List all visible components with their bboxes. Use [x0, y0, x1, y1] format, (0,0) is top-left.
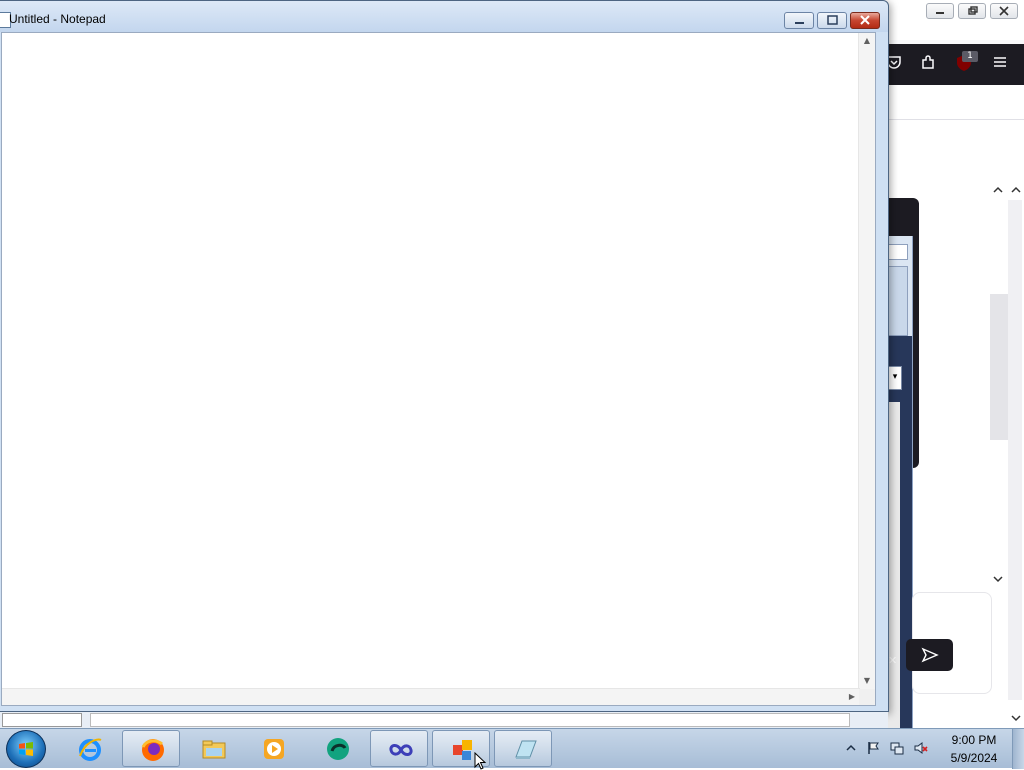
- maximize-button[interactable]: [817, 12, 847, 29]
- action-center-flag-icon[interactable]: [866, 741, 880, 755]
- restore-icon: [968, 6, 978, 15]
- taskbar-app-infinity[interactable]: [370, 730, 428, 767]
- send-icon: [921, 647, 939, 663]
- background-window-strip: [0, 712, 888, 728]
- extensions-icon[interactable]: [918, 54, 938, 74]
- maximize-icon: [827, 15, 838, 25]
- vertical-scrollbar[interactable]: ▲ ▼: [858, 33, 875, 689]
- scroll-up-arrow-icon[interactable]: [990, 184, 1006, 200]
- volume-muted-icon[interactable]: [914, 741, 928, 755]
- infinity-icon: [389, 744, 413, 756]
- taskbar: 9:00 PM 5/9/2024: [0, 728, 1024, 769]
- close-icon[interactable]: ✕: [888, 654, 900, 668]
- taskbar-app-green[interactable]: [308, 730, 366, 767]
- firefox-minimize-button[interactable]: [926, 3, 954, 19]
- taskbar-media-player[interactable]: [244, 730, 302, 767]
- scroll-down-arrow-icon[interactable]: ▼: [859, 673, 875, 689]
- firefox-close-button[interactable]: [990, 3, 1018, 19]
- background-field: [2, 713, 82, 727]
- colored-squares-icon: [453, 740, 472, 760]
- text-area[interactable]: [2, 33, 860, 689]
- close-icon: [999, 6, 1009, 16]
- show-hidden-icons-icon[interactable]: [844, 741, 858, 755]
- window-title: Untitled - Notepad: [9, 12, 106, 26]
- horizontal-scrollbar[interactable]: ▶: [2, 688, 860, 705]
- notepad-icon: [515, 740, 537, 759]
- dialog-close-box[interactable]: [888, 244, 908, 260]
- side-scrollbar-track[interactable]: [1008, 200, 1022, 700]
- close-button[interactable]: [850, 12, 880, 29]
- menu-icon[interactable]: [990, 54, 1010, 74]
- taskbar-notepad[interactable]: [494, 730, 552, 767]
- taskbar-windows-explorer[interactable]: [184, 730, 242, 767]
- divider: [888, 119, 1024, 120]
- taskbar-firefox[interactable]: [122, 730, 180, 767]
- dialog-scrollbar[interactable]: [888, 402, 900, 730]
- clock-date[interactable]: 5/9/2024: [944, 751, 1004, 765]
- background-field: [90, 713, 850, 727]
- folder-icon: [202, 740, 226, 759]
- taskbar-internet-explorer[interactable]: [60, 730, 118, 767]
- scroll-down-arrow-icon[interactable]: [990, 573, 1006, 589]
- minimize-icon: [936, 12, 944, 14]
- firefox-toolbar: [887, 44, 1024, 85]
- firefox-icon: [141, 739, 164, 761]
- scroll-down-arrow-icon[interactable]: [1008, 712, 1024, 728]
- minimize-button[interactable]: [784, 12, 814, 29]
- mouse-cursor-icon: [474, 752, 487, 770]
- scroll-up-arrow-icon[interactable]: ▲: [859, 33, 875, 49]
- dropdown-arrow-icon[interactable]: ▾: [888, 366, 902, 390]
- send-button[interactable]: [906, 639, 953, 671]
- clock-time[interactable]: 9:00 PM: [944, 733, 1004, 747]
- notepad-window: Untitled - Notepad ▲ ▼ ▶: [0, 0, 889, 712]
- firefox-restore-button[interactable]: [958, 3, 986, 19]
- green-chat-icon: [327, 738, 349, 760]
- start-button[interactable]: [6, 730, 46, 768]
- notepad-editor: ▲ ▼ ▶: [1, 32, 876, 706]
- scroll-right-arrow-icon[interactable]: ▶: [844, 689, 860, 705]
- minimize-icon: [795, 22, 804, 24]
- internet-explorer-icon: [79, 738, 102, 761]
- scroll-up-arrow-icon[interactable]: [1008, 184, 1024, 200]
- page-scrollbar-thumb[interactable]: [990, 294, 1008, 440]
- show-desktop-button[interactable]: [1012, 729, 1024, 769]
- size-grip[interactable]: [859, 689, 875, 705]
- dialog-panel: [888, 266, 908, 336]
- notepad-titlebar[interactable]: Untitled - Notepad: [0, 1, 888, 32]
- network-icon[interactable]: [890, 741, 904, 755]
- close-icon: [860, 15, 870, 25]
- windows-logo-icon: [19, 742, 33, 756]
- media-player-icon: [264, 739, 284, 759]
- extension-badge: 1: [962, 51, 978, 62]
